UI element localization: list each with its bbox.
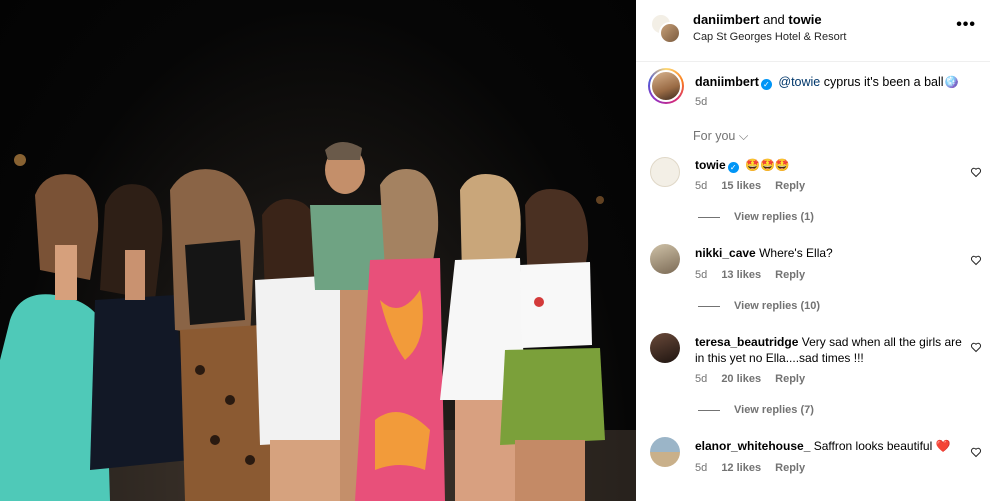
view-replies-button[interactable]: View replies (10) (698, 300, 820, 312)
view-replies-label: View replies (10) (734, 300, 821, 312)
header-user2[interactable]: towie (788, 12, 821, 27)
header-location[interactable]: Cap St Georges Hotel & Resort (693, 31, 846, 43)
header-authors: daniimbert and towie (693, 12, 822, 27)
view-replies-label: View replies (7) (734, 404, 814, 416)
view-replies-button[interactable]: View replies (1) (698, 211, 814, 223)
avatar-daniimbert (659, 22, 681, 44)
reply-button[interactable]: Reply (775, 269, 805, 281)
post-header: daniimbert and towie Cap St Georges Hote… (636, 0, 990, 62)
comment-meta: 5d 13 likes Reply (695, 269, 816, 281)
comment-username[interactable]: teresa_beautridge (695, 335, 798, 349)
reply-button[interactable]: Reply (775, 180, 805, 192)
comment-meta: 5d 20 likes Reply (695, 373, 816, 385)
caption-text: cyprus it's been a ball (820, 75, 944, 89)
heart-icon[interactable] (970, 166, 982, 178)
comment-likes[interactable]: 15 likes (721, 180, 761, 192)
comment-emoji: ❤️ (935, 439, 951, 453)
comment-text: Saffron looks beautiful (813, 439, 933, 453)
heart-icon[interactable] (970, 254, 982, 266)
group-photo-illustration (0, 141, 636, 501)
comment-text: 🤩🤩🤩 (745, 158, 790, 172)
comment-filter-dropdown[interactable]: For you ⌵ (693, 129, 748, 144)
comment-likes[interactable]: 20 likes (721, 373, 761, 385)
comment-time: 5d (695, 269, 708, 281)
replies-divider (698, 305, 720, 307)
more-options-icon[interactable]: ••• (956, 16, 976, 34)
comment-avatar[interactable] (650, 333, 680, 363)
caption-time: 5d (695, 96, 708, 108)
caption: daniimbert ✓ @towie cyprus it's been a ba… (695, 75, 959, 90)
comment-likes[interactable]: 12 likes (721, 462, 761, 474)
comment-avatar[interactable] (650, 437, 680, 467)
comment-username[interactable]: towie (695, 158, 726, 172)
comment-body: elanor_whitehouse_ Saffron looks beautif… (695, 438, 965, 454)
comment-body: teresa_beautridge Very sad when all the … (695, 334, 965, 366)
comment-username[interactable]: elanor_whitehouse_ (695, 439, 810, 453)
comment-likes[interactable]: 13 likes (721, 269, 761, 281)
view-replies-button[interactable]: View replies (7) (698, 404, 814, 416)
comment-avatar[interactable] (650, 244, 680, 274)
comment-time: 5d (695, 462, 708, 474)
comment-username[interactable]: nikki_cave (695, 246, 756, 260)
post-photo[interactable] (0, 0, 636, 501)
filter-label: For you (693, 129, 736, 143)
comment-body: towie ✓ 🤩🤩🤩 (695, 157, 965, 173)
caption-username[interactable]: daniimbert (695, 75, 759, 89)
caption-mention[interactable]: @towie (778, 75, 820, 89)
chevron-down-icon: ⌵ (738, 129, 749, 143)
collab-avatars[interactable] (650, 13, 682, 45)
comment-text: Where's Ella? (759, 246, 833, 260)
replies-divider (698, 409, 720, 411)
heart-icon[interactable] (970, 341, 982, 353)
heart-icon[interactable] (970, 446, 982, 458)
comment-time: 5d (695, 180, 708, 192)
header-user1[interactable]: daniimbert (693, 12, 759, 27)
caption-avatar[interactable] (648, 68, 684, 104)
reply-button[interactable]: Reply (775, 462, 805, 474)
header-joiner: and (763, 12, 785, 27)
replies-divider (698, 216, 720, 218)
comment-meta: 5d 12 likes Reply (695, 462, 816, 474)
reply-button[interactable]: Reply (775, 373, 805, 385)
comment-meta: 5d 15 likes Reply (695, 180, 816, 192)
caption-emoji: 🪩 (943, 75, 960, 89)
comment-time: 5d (695, 373, 708, 385)
comment-avatar[interactable] (650, 157, 680, 187)
verified-badge-icon: ✓ (727, 162, 739, 173)
view-replies-label: View replies (1) (734, 211, 814, 223)
verified-badge-icon: ✓ (760, 79, 772, 90)
comment-body: nikki_cave Where's Ella? (695, 245, 965, 261)
comments-panel: daniimbert and towie Cap St Georges Hote… (636, 0, 990, 501)
